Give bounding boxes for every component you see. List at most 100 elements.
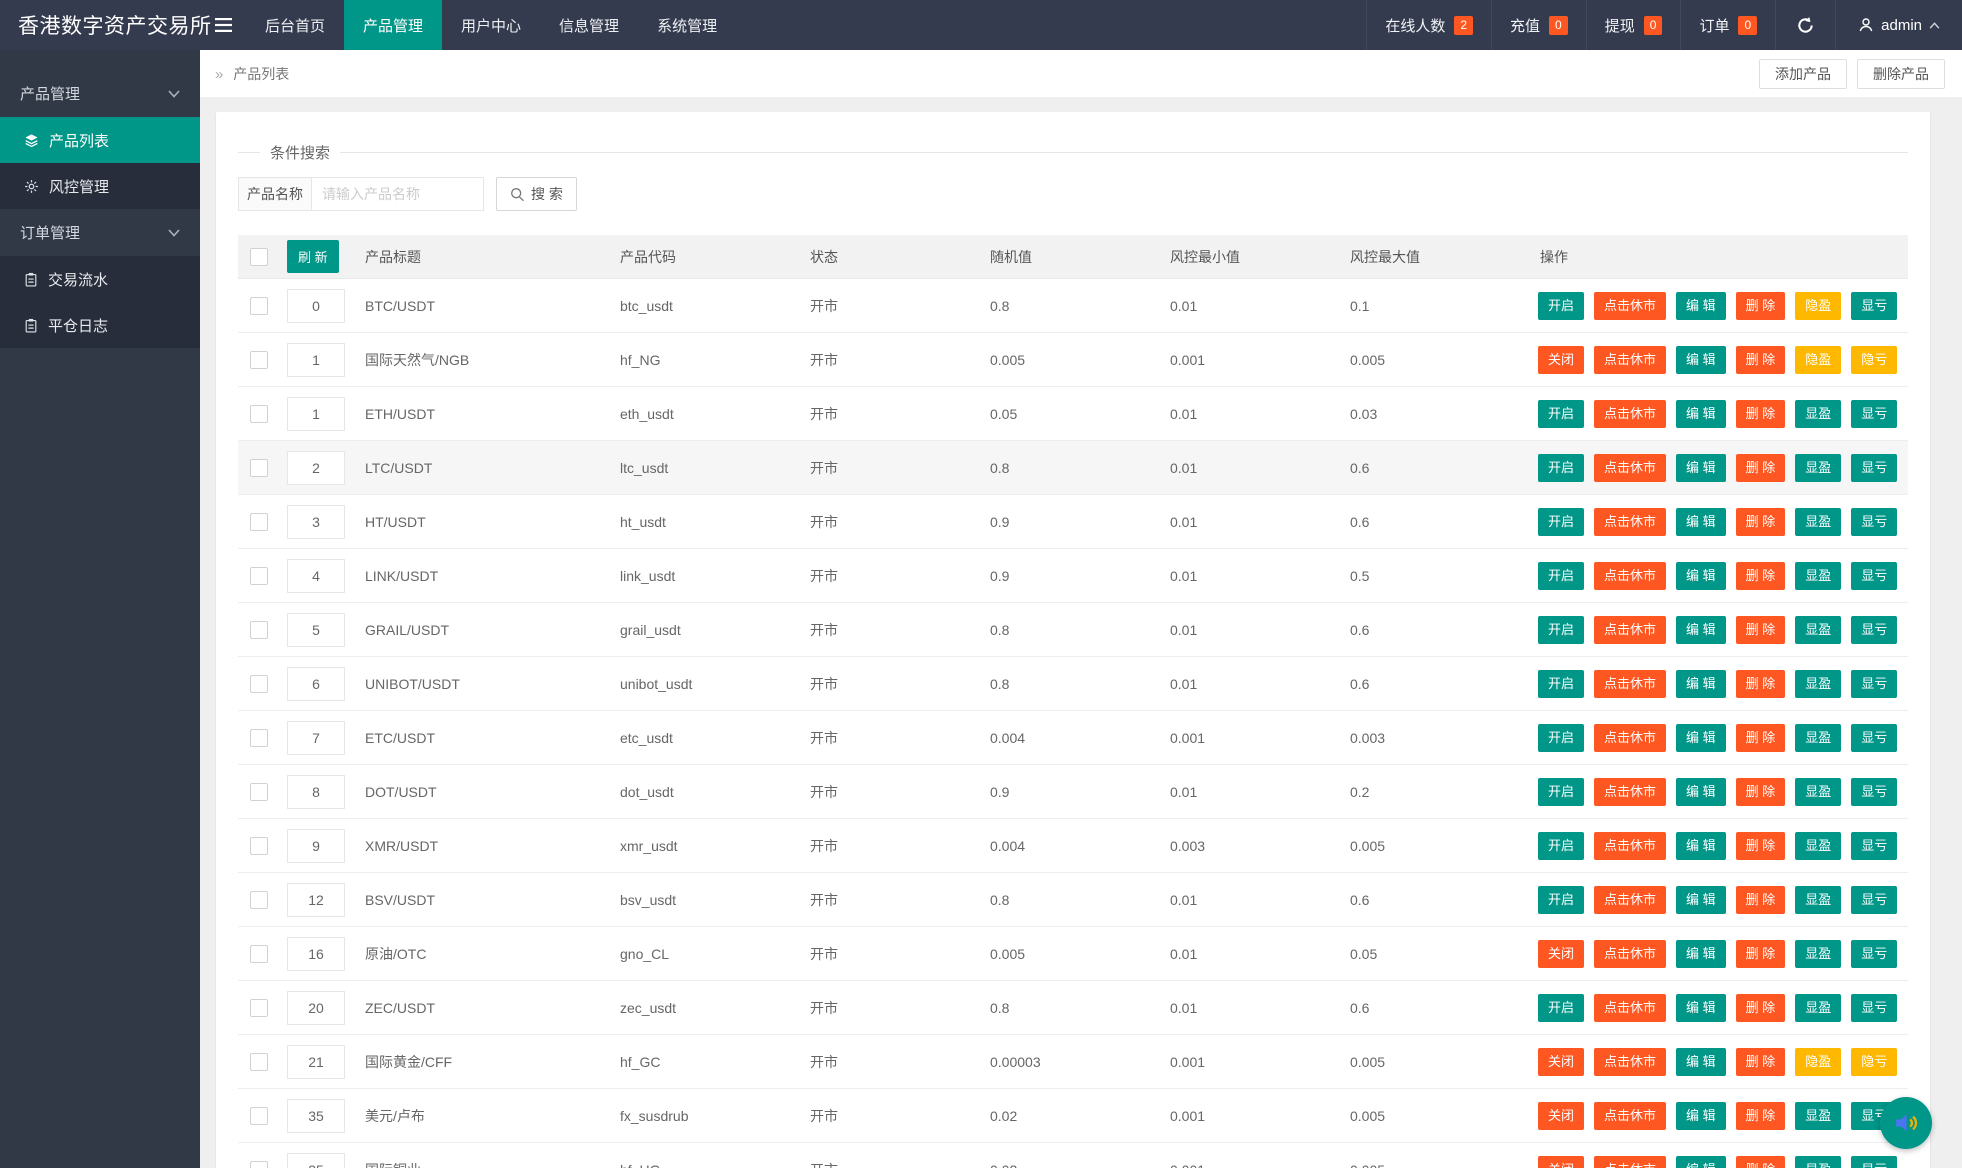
market-rest-button[interactable]: 点击休市 bbox=[1594, 886, 1666, 914]
market-rest-button[interactable]: 点击休市 bbox=[1594, 292, 1666, 320]
status-toggle-button[interactable]: 关闭 bbox=[1538, 1048, 1584, 1076]
edit-button[interactable]: 编 辑 bbox=[1676, 778, 1726, 806]
market-rest-button[interactable]: 点击休市 bbox=[1594, 778, 1666, 806]
sort-input[interactable] bbox=[287, 559, 345, 593]
sort-input[interactable] bbox=[287, 991, 345, 1025]
edit-button[interactable]: 编 辑 bbox=[1676, 940, 1726, 968]
delete-button[interactable]: 删 除 bbox=[1736, 292, 1786, 320]
profit-toggle-button[interactable]: 显盈 bbox=[1795, 940, 1841, 968]
edit-button[interactable]: 编 辑 bbox=[1676, 292, 1726, 320]
profit-toggle-button[interactable]: 显盈 bbox=[1795, 616, 1841, 644]
sort-input[interactable] bbox=[287, 343, 345, 377]
edit-button[interactable]: 编 辑 bbox=[1676, 346, 1726, 374]
loss-toggle-button[interactable]: 显亏 bbox=[1851, 994, 1897, 1022]
edit-button[interactable]: 编 辑 bbox=[1676, 724, 1726, 752]
loss-toggle-button[interactable]: 显亏 bbox=[1851, 832, 1897, 860]
delete-button[interactable]: 删 除 bbox=[1736, 508, 1786, 536]
loss-toggle-button[interactable]: 显亏 bbox=[1851, 724, 1897, 752]
search-button[interactable]: 搜 索 bbox=[496, 177, 577, 211]
sidebar-section-product-management[interactable]: 产品管理 bbox=[0, 70, 200, 117]
profit-toggle-button[interactable]: 隐盈 bbox=[1795, 292, 1841, 320]
loss-toggle-button[interactable]: 显亏 bbox=[1851, 400, 1897, 428]
loss-toggle-button[interactable]: 显亏 bbox=[1851, 1156, 1897, 1168]
profit-toggle-button[interactable]: 显盈 bbox=[1795, 670, 1841, 698]
market-rest-button[interactable]: 点击休市 bbox=[1594, 832, 1666, 860]
table-refresh-button[interactable]: 刷 新 bbox=[287, 240, 339, 273]
row-checkbox[interactable] bbox=[250, 297, 268, 315]
status-toggle-button[interactable]: 开启 bbox=[1538, 724, 1584, 752]
sidebar-item-risk-management[interactable]: 风控管理 bbox=[0, 163, 200, 209]
status-toggle-button[interactable]: 开启 bbox=[1538, 400, 1584, 428]
hamburger-menu-button[interactable] bbox=[200, 0, 246, 50]
loss-toggle-button[interactable]: 显亏 bbox=[1851, 454, 1897, 482]
edit-button[interactable]: 编 辑 bbox=[1676, 562, 1726, 590]
edit-button[interactable]: 编 辑 bbox=[1676, 454, 1726, 482]
delete-product-button[interactable]: 删除产品 bbox=[1857, 59, 1945, 89]
edit-button[interactable]: 编 辑 bbox=[1676, 616, 1726, 644]
sidebar-item-product-list[interactable]: 产品列表 bbox=[0, 117, 200, 163]
market-rest-button[interactable]: 点击休市 bbox=[1594, 670, 1666, 698]
profit-toggle-button[interactable]: 显盈 bbox=[1795, 778, 1841, 806]
row-checkbox[interactable] bbox=[250, 513, 268, 531]
row-checkbox[interactable] bbox=[250, 891, 268, 909]
market-rest-button[interactable]: 点击休市 bbox=[1594, 346, 1666, 374]
delete-button[interactable]: 删 除 bbox=[1736, 994, 1786, 1022]
nav-item-system-management[interactable]: 系统管理 bbox=[638, 0, 736, 50]
user-menu[interactable]: admin bbox=[1835, 0, 1962, 50]
sort-input[interactable] bbox=[287, 667, 345, 701]
delete-button[interactable]: 删 除 bbox=[1736, 940, 1786, 968]
loss-toggle-button[interactable]: 显亏 bbox=[1851, 778, 1897, 806]
delete-button[interactable]: 删 除 bbox=[1736, 724, 1786, 752]
row-checkbox[interactable] bbox=[250, 621, 268, 639]
loss-toggle-button[interactable]: 显亏 bbox=[1851, 292, 1897, 320]
sort-input[interactable] bbox=[287, 883, 345, 917]
status-toggle-button[interactable]: 开启 bbox=[1538, 832, 1584, 860]
row-checkbox[interactable] bbox=[250, 1107, 268, 1125]
status-toggle-button[interactable]: 开启 bbox=[1538, 778, 1584, 806]
loss-toggle-button[interactable]: 显亏 bbox=[1851, 616, 1897, 644]
row-checkbox[interactable] bbox=[250, 1053, 268, 1071]
status-toggle-button[interactable]: 关闭 bbox=[1538, 1102, 1584, 1130]
status-toggle-button[interactable]: 开启 bbox=[1538, 292, 1584, 320]
profit-toggle-button[interactable]: 隐盈 bbox=[1795, 1048, 1841, 1076]
delete-button[interactable]: 删 除 bbox=[1736, 454, 1786, 482]
delete-button[interactable]: 删 除 bbox=[1736, 778, 1786, 806]
profit-toggle-button[interactable]: 显盈 bbox=[1795, 400, 1841, 428]
nav-item-info-management[interactable]: 信息管理 bbox=[540, 0, 638, 50]
sort-input[interactable] bbox=[287, 937, 345, 971]
profit-toggle-button[interactable]: 显盈 bbox=[1795, 454, 1841, 482]
status-toggle-button[interactable]: 开启 bbox=[1538, 616, 1584, 644]
profit-toggle-button[interactable]: 显盈 bbox=[1795, 994, 1841, 1022]
market-rest-button[interactable]: 点击休市 bbox=[1594, 1048, 1666, 1076]
loss-toggle-button[interactable]: 显亏 bbox=[1851, 508, 1897, 536]
nav-item-user-center[interactable]: 用户中心 bbox=[442, 0, 540, 50]
nav-item-product-management[interactable]: 产品管理 bbox=[344, 0, 442, 50]
sort-input[interactable] bbox=[287, 775, 345, 809]
delete-button[interactable]: 删 除 bbox=[1736, 1156, 1786, 1168]
profit-toggle-button[interactable]: 显盈 bbox=[1795, 886, 1841, 914]
sort-input[interactable] bbox=[287, 451, 345, 485]
edit-button[interactable]: 编 辑 bbox=[1676, 1156, 1726, 1168]
delete-button[interactable]: 删 除 bbox=[1736, 832, 1786, 860]
market-rest-button[interactable]: 点击休市 bbox=[1594, 940, 1666, 968]
market-rest-button[interactable]: 点击休市 bbox=[1594, 1156, 1666, 1168]
sort-input[interactable] bbox=[287, 1153, 345, 1168]
edit-button[interactable]: 编 辑 bbox=[1676, 1048, 1726, 1076]
market-rest-button[interactable]: 点击休市 bbox=[1594, 508, 1666, 536]
edit-button[interactable]: 编 辑 bbox=[1676, 508, 1726, 536]
product-name-input[interactable] bbox=[312, 177, 484, 211]
row-checkbox[interactable] bbox=[250, 567, 268, 585]
loss-toggle-button[interactable]: 隐亏 bbox=[1851, 346, 1897, 374]
edit-button[interactable]: 编 辑 bbox=[1676, 670, 1726, 698]
market-rest-button[interactable]: 点击休市 bbox=[1594, 616, 1666, 644]
market-rest-button[interactable]: 点击休市 bbox=[1594, 400, 1666, 428]
row-checkbox[interactable] bbox=[250, 405, 268, 423]
sort-input[interactable] bbox=[287, 829, 345, 863]
status-toggle-button[interactable]: 开启 bbox=[1538, 670, 1584, 698]
profit-toggle-button[interactable]: 显盈 bbox=[1795, 562, 1841, 590]
row-checkbox[interactable] bbox=[250, 783, 268, 801]
edit-button[interactable]: 编 辑 bbox=[1676, 1102, 1726, 1130]
sort-input[interactable] bbox=[287, 1045, 345, 1079]
sort-input[interactable] bbox=[287, 1099, 345, 1133]
market-rest-button[interactable]: 点击休市 bbox=[1594, 994, 1666, 1022]
